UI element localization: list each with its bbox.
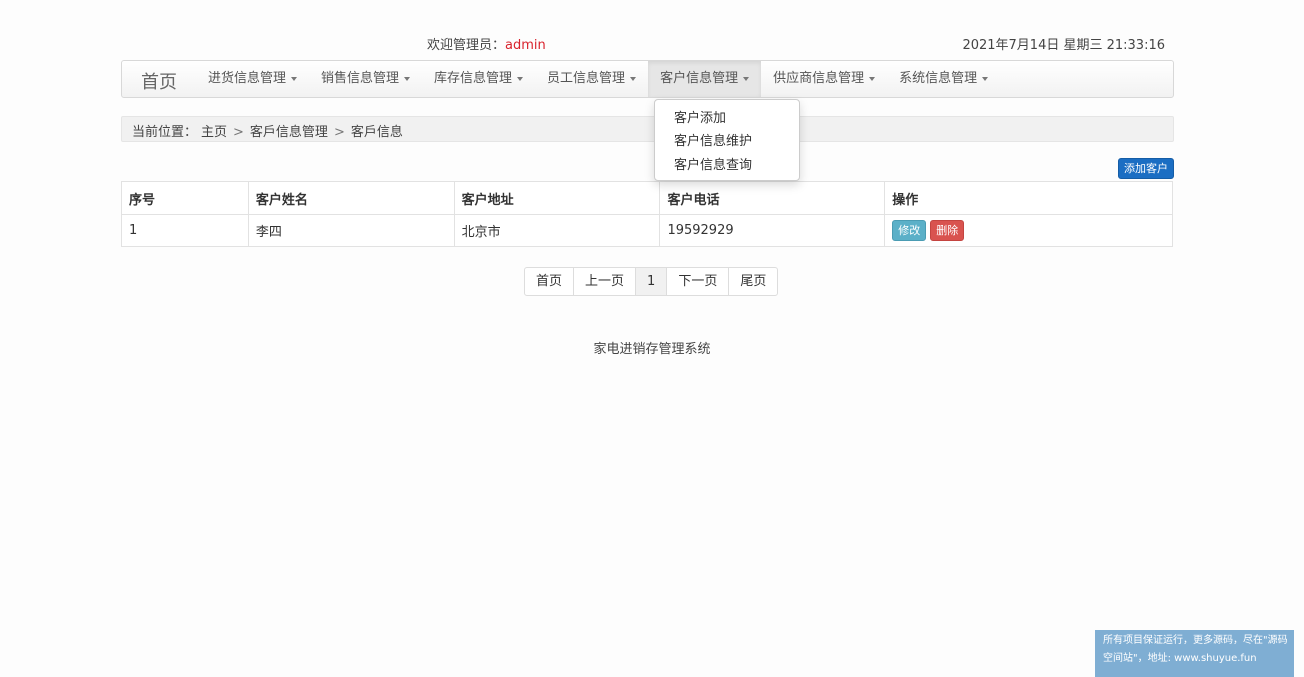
column-header-address: 客户地址 (453, 181, 661, 215)
nav-item-system[interactable]: 系统信息管理 (887, 61, 1000, 97)
nav-item-supplier[interactable]: 供应商信息管理 (761, 61, 887, 97)
delete-button[interactable]: 删除 (930, 220, 965, 241)
main-navbar: 首页 进货信息管理 销售信息管理 库存信息管理 员工信息管理 客户信息管理 供应… (121, 60, 1174, 98)
table-header-row: 序号 客户姓名 客户地址 客户电话 操作 (121, 181, 1173, 215)
nav-item-label: 进货信息管理 (208, 71, 287, 86)
breadcrumb-separator: > (333, 125, 345, 140)
page-current[interactable]: 1 (635, 268, 667, 295)
nav-menu: 进货信息管理 销售信息管理 库存信息管理 员工信息管理 客户信息管理 供应商信息… (196, 61, 1000, 97)
welcome-message: 欢迎管理员：admin (427, 34, 546, 53)
cell-actions: 修改 删除 (884, 214, 1173, 247)
breadcrumb-separator: > (233, 125, 244, 140)
promo-banner: 所有项目保证运行，更多源码，尽在"源码 空间站"，地址: www.shuyue.… (1095, 630, 1294, 677)
caret-down-icon (291, 76, 298, 81)
cell-address: 北京市 (453, 214, 661, 247)
username: admin (505, 38, 546, 53)
customer-table: 序号 客户姓名 客户地址 客户电话 操作 1 李四 北京市 19592929 修… (121, 181, 1173, 247)
edit-button[interactable]: 修改 (892, 220, 927, 241)
top-info-bar: 欢迎管理员：admin 2021年7月14日 星期三 21:33:16 (0, 30, 1304, 54)
caret-down-icon (869, 76, 876, 81)
page-next-button[interactable]: 下一页 (666, 268, 728, 295)
caret-down-icon (517, 76, 524, 81)
datetime-display: 2021年7月14日 星期三 21:33:16 (962, 38, 1165, 53)
column-header-actions: 操作 (884, 181, 1173, 215)
nav-item-label: 供应商信息管理 (773, 71, 865, 86)
brand-home-link[interactable]: 首页 (141, 68, 177, 94)
menu-item-maintain-customer[interactable]: 客户信息维护 (674, 130, 752, 149)
nav-item-employee[interactable]: 员工信息管理 (535, 61, 648, 97)
breadcrumb: 当前位置： 主页 > 客戶信息管理 > 客戶信息 (121, 116, 1174, 142)
breadcrumb-customer-info: 客戶信息 (350, 125, 403, 140)
cell-name: 李四 (247, 214, 455, 247)
customer-dropdown-menu: 客户添加 客户信息维护 客户信息查询 (654, 99, 800, 181)
nav-item-customer[interactable]: 客户信息管理 (648, 61, 762, 97)
nav-item-label: 客户信息管理 (660, 71, 739, 86)
breadcrumb-trail: 主页 > 客戶信息管理 > 客戶信息 (201, 121, 403, 140)
page-last-button[interactable]: 尾页 (728, 268, 777, 295)
column-header-index: 序号 (121, 181, 249, 215)
column-header-name: 客户姓名 (247, 181, 455, 215)
cell-phone: 19592929 (659, 214, 886, 247)
promo-line-2: 空间站"，地址: www.shuyue.fun (1103, 653, 1257, 664)
caret-down-icon (630, 76, 637, 81)
menu-item-query-customer[interactable]: 客户信息查询 (674, 154, 752, 173)
page-first-button[interactable]: 首页 (525, 268, 573, 295)
welcome-label: 欢迎管理员： (427, 38, 506, 53)
nav-item-label: 员工信息管理 (547, 71, 626, 86)
page-prev-button[interactable]: 上一页 (573, 268, 635, 295)
pagination: 首页 上一页 1 下一页 尾页 (524, 267, 779, 296)
breadcrumb-customer-management[interactable]: 客戶信息管理 (250, 125, 328, 140)
promo-line-1: 所有项目保证运行，更多源码，尽在"源码 (1103, 635, 1288, 646)
table-row: 1 李四 北京市 19592929 修改 删除 (121, 214, 1173, 247)
column-header-phone: 客户电话 (659, 181, 886, 215)
nav-item-inventory[interactable]: 库存信息管理 (422, 61, 535, 97)
nav-item-purchase[interactable]: 进货信息管理 (196, 61, 309, 97)
caret-down-icon (404, 76, 411, 81)
add-customer-button[interactable]: 添加客户 (1118, 158, 1174, 179)
breadcrumb-label: 当前位置： (132, 125, 198, 140)
menu-item-add-customer[interactable]: 客户添加 (674, 107, 726, 126)
nav-item-label: 销售信息管理 (321, 71, 400, 86)
nav-item-label: 库存信息管理 (434, 71, 513, 86)
nav-item-label: 系统信息管理 (899, 71, 978, 86)
cell-index: 1 (121, 214, 249, 247)
caret-down-icon (743, 76, 750, 81)
footer-text: 家电进销存管理系统 (593, 342, 711, 357)
breadcrumb-home[interactable]: 主页 (201, 125, 227, 140)
caret-down-icon (982, 76, 989, 81)
nav-item-sales[interactable]: 销售信息管理 (309, 61, 422, 97)
